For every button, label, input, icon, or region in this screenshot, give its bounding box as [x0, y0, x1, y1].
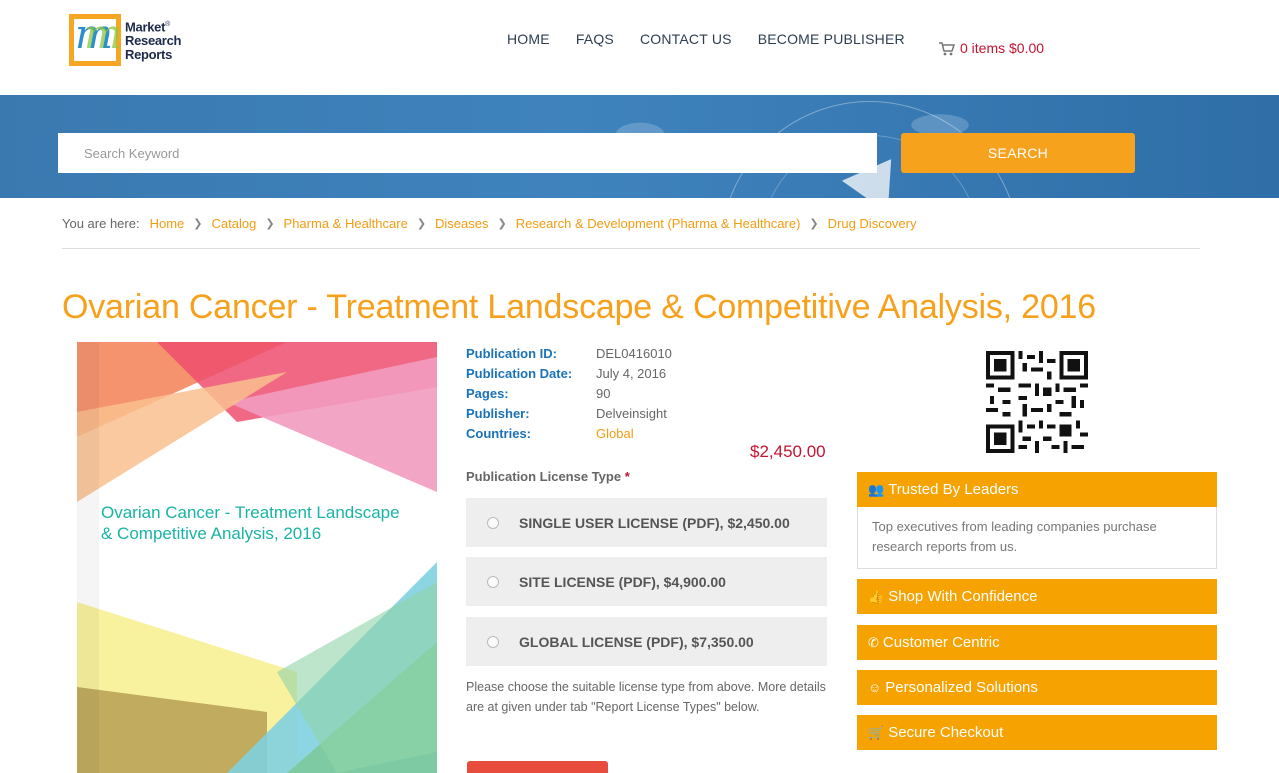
cover-spine	[77, 342, 99, 773]
logo-mark-icon: mm	[69, 12, 122, 66]
radio-button[interactable]	[487, 635, 499, 648]
license-option-label: SITE LICENSE (PDF), $4,900.00	[519, 573, 726, 590]
smile-icon: ☺	[868, 680, 882, 695]
panel-title: Trusted By Leaders	[888, 481, 1019, 498]
license-option-label: GLOBAL LICENSE (PDF), $7,350.00	[519, 633, 754, 650]
chevron-right-icon: ❯	[193, 218, 203, 230]
meta-row: Pages: 90	[466, 384, 672, 404]
cart-link[interactable]: 0 items $0.00	[938, 40, 1044, 56]
meta-row: Publication Date: July 4, 2016	[466, 364, 672, 384]
users-icon: 👥	[868, 481, 885, 497]
logo-text: Market® Research Reports	[125, 19, 182, 63]
license-option-site[interactable]: SITE LICENSE (PDF), $4,900.00	[466, 557, 827, 606]
panel-title: Personalized Solutions	[885, 679, 1038, 696]
search-input[interactable]	[58, 133, 877, 173]
radio-button[interactable]	[487, 516, 499, 529]
breadcrumb-label: You are here:	[62, 216, 140, 231]
meta-value: Delveinsight	[596, 406, 667, 421]
nav-contact-us[interactable]: CONTACT US	[640, 31, 732, 47]
cart-icon: 🛒	[868, 724, 885, 740]
panel-title: Secure Checkout	[888, 724, 1004, 741]
chevron-right-icon: ❯	[265, 218, 275, 230]
publication-details: Publication ID: DEL0416010 Publication D…	[466, 344, 672, 444]
chevron-right-icon: ❯	[497, 218, 507, 230]
panel-title: Shop With Confidence	[888, 588, 1038, 605]
secure-checkout-header[interactable]: 🛒 Secure Checkout	[857, 715, 1217, 750]
required-marker: *	[624, 469, 630, 484]
customer-centric-header[interactable]: ✆ Customer Centric	[857, 625, 1217, 660]
breadcrumb-home[interactable]: Home	[150, 216, 185, 231]
phone-icon: ✆	[868, 634, 879, 650]
price: $2,450.00	[750, 442, 826, 461]
license-option-single[interactable]: SINGLE USER LICENSE (PDF), $2,450.00	[466, 498, 827, 547]
cart-icon	[939, 41, 955, 55]
meta-value-countries[interactable]: Global	[596, 424, 634, 444]
shop-with-confidence-header[interactable]: 👍 Shop With Confidence	[857, 579, 1217, 614]
nav-become-publisher[interactable]: BECOME PUBLISHER	[758, 31, 905, 47]
meta-value: July 4, 2016	[596, 366, 667, 381]
meta-value: DEL0416010	[596, 346, 672, 361]
chevron-right-icon: ❯	[809, 218, 819, 230]
chevron-right-icon: ❯	[416, 218, 427, 230]
breadcrumb-drug-discovery[interactable]: Drug Discovery	[828, 216, 917, 231]
page-title: Ovarian Cancer - Treatment Landscape & C…	[62, 288, 1096, 326]
breadcrumb-catalog[interactable]: Catalog	[212, 216, 257, 231]
radio-button[interactable]	[487, 575, 499, 588]
nav-home[interactable]: HOME	[507, 31, 550, 47]
search-button[interactable]: SEARCH	[901, 133, 1135, 173]
breadcrumb: You are here: Home ❯ Catalog ❯ Pharma & …	[62, 216, 916, 231]
report-cover-image: Ovarian Cancer - Treatment Landscape & C…	[77, 342, 437, 773]
trusted-by-leaders-header[interactable]: 👥 Trusted By Leaders	[857, 472, 1217, 507]
meta-row: Countries: Global	[466, 424, 672, 444]
cover-title: Ovarian Cancer - Treatment Landscape & C…	[101, 503, 400, 543]
meta-key: Publisher:	[466, 406, 530, 421]
breadcrumb-pharma-healthcare[interactable]: Pharma & Healthcare	[284, 216, 408, 231]
cart-summary: 0 items $0.00	[960, 40, 1045, 56]
main-nav: HOME FAQS CONTACT US BECOME PUBLISHER	[507, 31, 931, 47]
license-option-global[interactable]: GLOBAL LICENSE (PDF), $7,350.00	[466, 617, 827, 666]
personalized-solutions-header[interactable]: ☺ Personalized Solutions	[857, 670, 1217, 705]
nav-faqs[interactable]: FAQS	[576, 31, 614, 47]
meta-key: Publication ID:	[466, 346, 557, 361]
meta-key: Pages:	[466, 386, 509, 401]
meta-row: Publisher: Delveinsight	[466, 404, 672, 424]
panel-title: Customer Centric	[882, 634, 1000, 651]
meta-row: Publication ID: DEL0416010	[466, 344, 672, 364]
thumbs-up-icon: 👍	[868, 588, 885, 604]
cover-graphic	[77, 342, 437, 773]
breadcrumb-research-development[interactable]: Research & Development (Pharma & Healthc…	[516, 216, 801, 231]
license-type-label: Publication License Type *	[466, 469, 630, 484]
site-logo[interactable]: mm Market® Research Reports	[69, 12, 182, 66]
trusted-by-leaders-body: Top executives from leading companies pu…	[857, 507, 1217, 569]
qr-code-icon	[986, 351, 1088, 453]
search-banner: SEARCH	[0, 95, 1279, 198]
meta-value: 90	[596, 386, 611, 401]
breadcrumb-diseases[interactable]: Diseases	[435, 216, 488, 231]
buy-now-button[interactable]	[467, 761, 608, 773]
meta-key: Countries:	[466, 426, 531, 441]
license-option-label: SINGLE USER LICENSE (PDF), $2,450.00	[519, 514, 790, 531]
divider	[62, 248, 1200, 249]
site-header: mm Market® Research Reports HOME FAQS CO…	[0, 0, 1279, 95]
meta-key: Publication Date:	[466, 366, 573, 381]
license-note: Please choose the suitable license type …	[466, 680, 826, 714]
